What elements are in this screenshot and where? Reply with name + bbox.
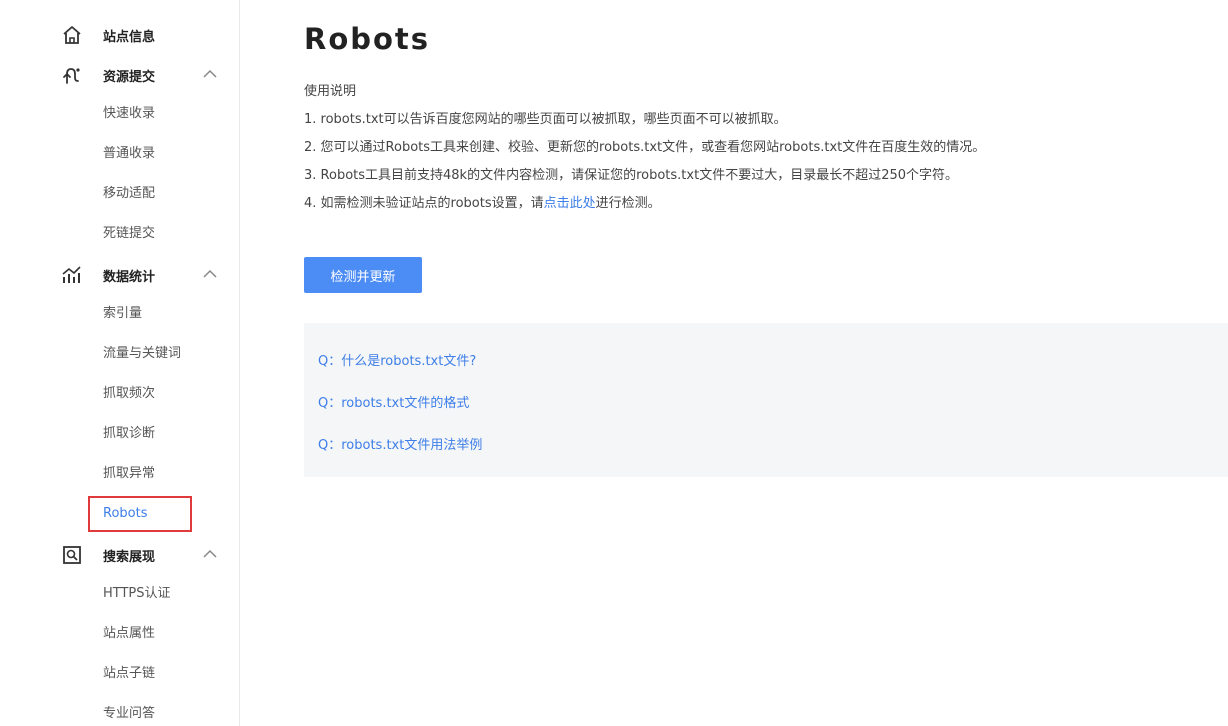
- nav-group-label: 数据统计: [103, 270, 156, 285]
- faq-item-robots-examples[interactable]: Q：robots.txt文件用法举例: [318, 434, 482, 453]
- stats-icon: [62, 266, 81, 283]
- faq-item-robots-format[interactable]: Q：robots.txt文件的格式: [318, 392, 469, 411]
- sidebar-item-crawl-errors[interactable]: 抓取异常: [103, 464, 155, 484]
- sidebar-item-site-attributes[interactable]: 站点属性: [103, 624, 155, 644]
- sidebar-item-https[interactable]: HTTPS认证: [103, 584, 171, 604]
- usage-line: 3. Robots工具目前支持48k的文件内容检测，请保证您的robots.tx…: [304, 168, 959, 183]
- sidebar-item-normal-index[interactable]: 普通收录: [103, 144, 155, 164]
- sidebar-item-fast-index[interactable]: 快速收录: [103, 104, 155, 124]
- usage-title: 使用说明: [304, 84, 357, 99]
- sidebar-item-dead-link[interactable]: 死链提交: [103, 224, 155, 244]
- nav-group-data-stats[interactable]: 数据统计: [0, 254, 239, 294]
- sidebar-item-index-volume[interactable]: 索引量: [103, 304, 142, 324]
- page-title: Robots: [304, 22, 431, 56]
- faq-panel: Q：什么是robots.txt文件? Q：robots.txt文件的格式 Q：r…: [304, 323, 1228, 477]
- usage-line-4-prefix: 4. 如需检测未验证站点的robots设置，请: [304, 196, 544, 211]
- chevron-up-icon[interactable]: [202, 68, 218, 80]
- nav-group-label: 资源提交: [103, 70, 156, 85]
- sidebar: 站点信息 资源提交 快速收录 普通收录 移动适配 死链提交 数据统计 索引量 流…: [0, 0, 240, 726]
- nav-group-label: 搜索展现: [103, 550, 156, 565]
- sidebar-item-mobile-adapt[interactable]: 移动适配: [103, 184, 155, 204]
- nav-group-resource-submit[interactable]: 资源提交: [0, 54, 239, 94]
- usage-line-4-suffix: 进行检测。: [595, 196, 661, 211]
- search-display-icon: [63, 546, 81, 564]
- chevron-up-icon[interactable]: [202, 548, 218, 560]
- check-and-update-button[interactable]: 检测并更新: [304, 257, 422, 293]
- sidebar-item-site-sublinks[interactable]: 站点子链: [103, 664, 155, 684]
- click-here-link[interactable]: 点击此处: [544, 196, 596, 211]
- chevron-up-icon[interactable]: [202, 268, 218, 280]
- usage-line: 1. robots.txt可以告诉百度您网站的哪些页面可以被抓取，哪些页面不可以…: [304, 112, 787, 127]
- nav-group-site-info[interactable]: 站点信息: [0, 14, 239, 54]
- sidebar-item-pro-qa[interactable]: 专业问答: [103, 704, 155, 724]
- nav-group-search-display[interactable]: 搜索展现: [0, 534, 239, 574]
- sidebar-item-crawl-frequency[interactable]: 抓取频次: [103, 384, 155, 404]
- faq-item-what-is-robots[interactable]: Q：什么是robots.txt文件?: [318, 350, 476, 369]
- sidebar-item-crawl-diagnosis[interactable]: 抓取诊断: [103, 424, 155, 444]
- usage-line: 2. 您可以通过Robots工具来创建、校验、更新您的robots.txt文件，…: [304, 140, 986, 155]
- home-icon: [63, 26, 81, 44]
- submit-icon: [63, 68, 80, 84]
- sidebar-item-traffic-keywords[interactable]: 流量与关键词: [103, 344, 181, 364]
- nav-group-label: 站点信息: [103, 30, 156, 45]
- usage-line-4: 4. 如需检测未验证站点的robots设置，请点击此处进行检测。: [304, 192, 661, 211]
- sidebar-item-robots[interactable]: Robots: [103, 504, 147, 524]
